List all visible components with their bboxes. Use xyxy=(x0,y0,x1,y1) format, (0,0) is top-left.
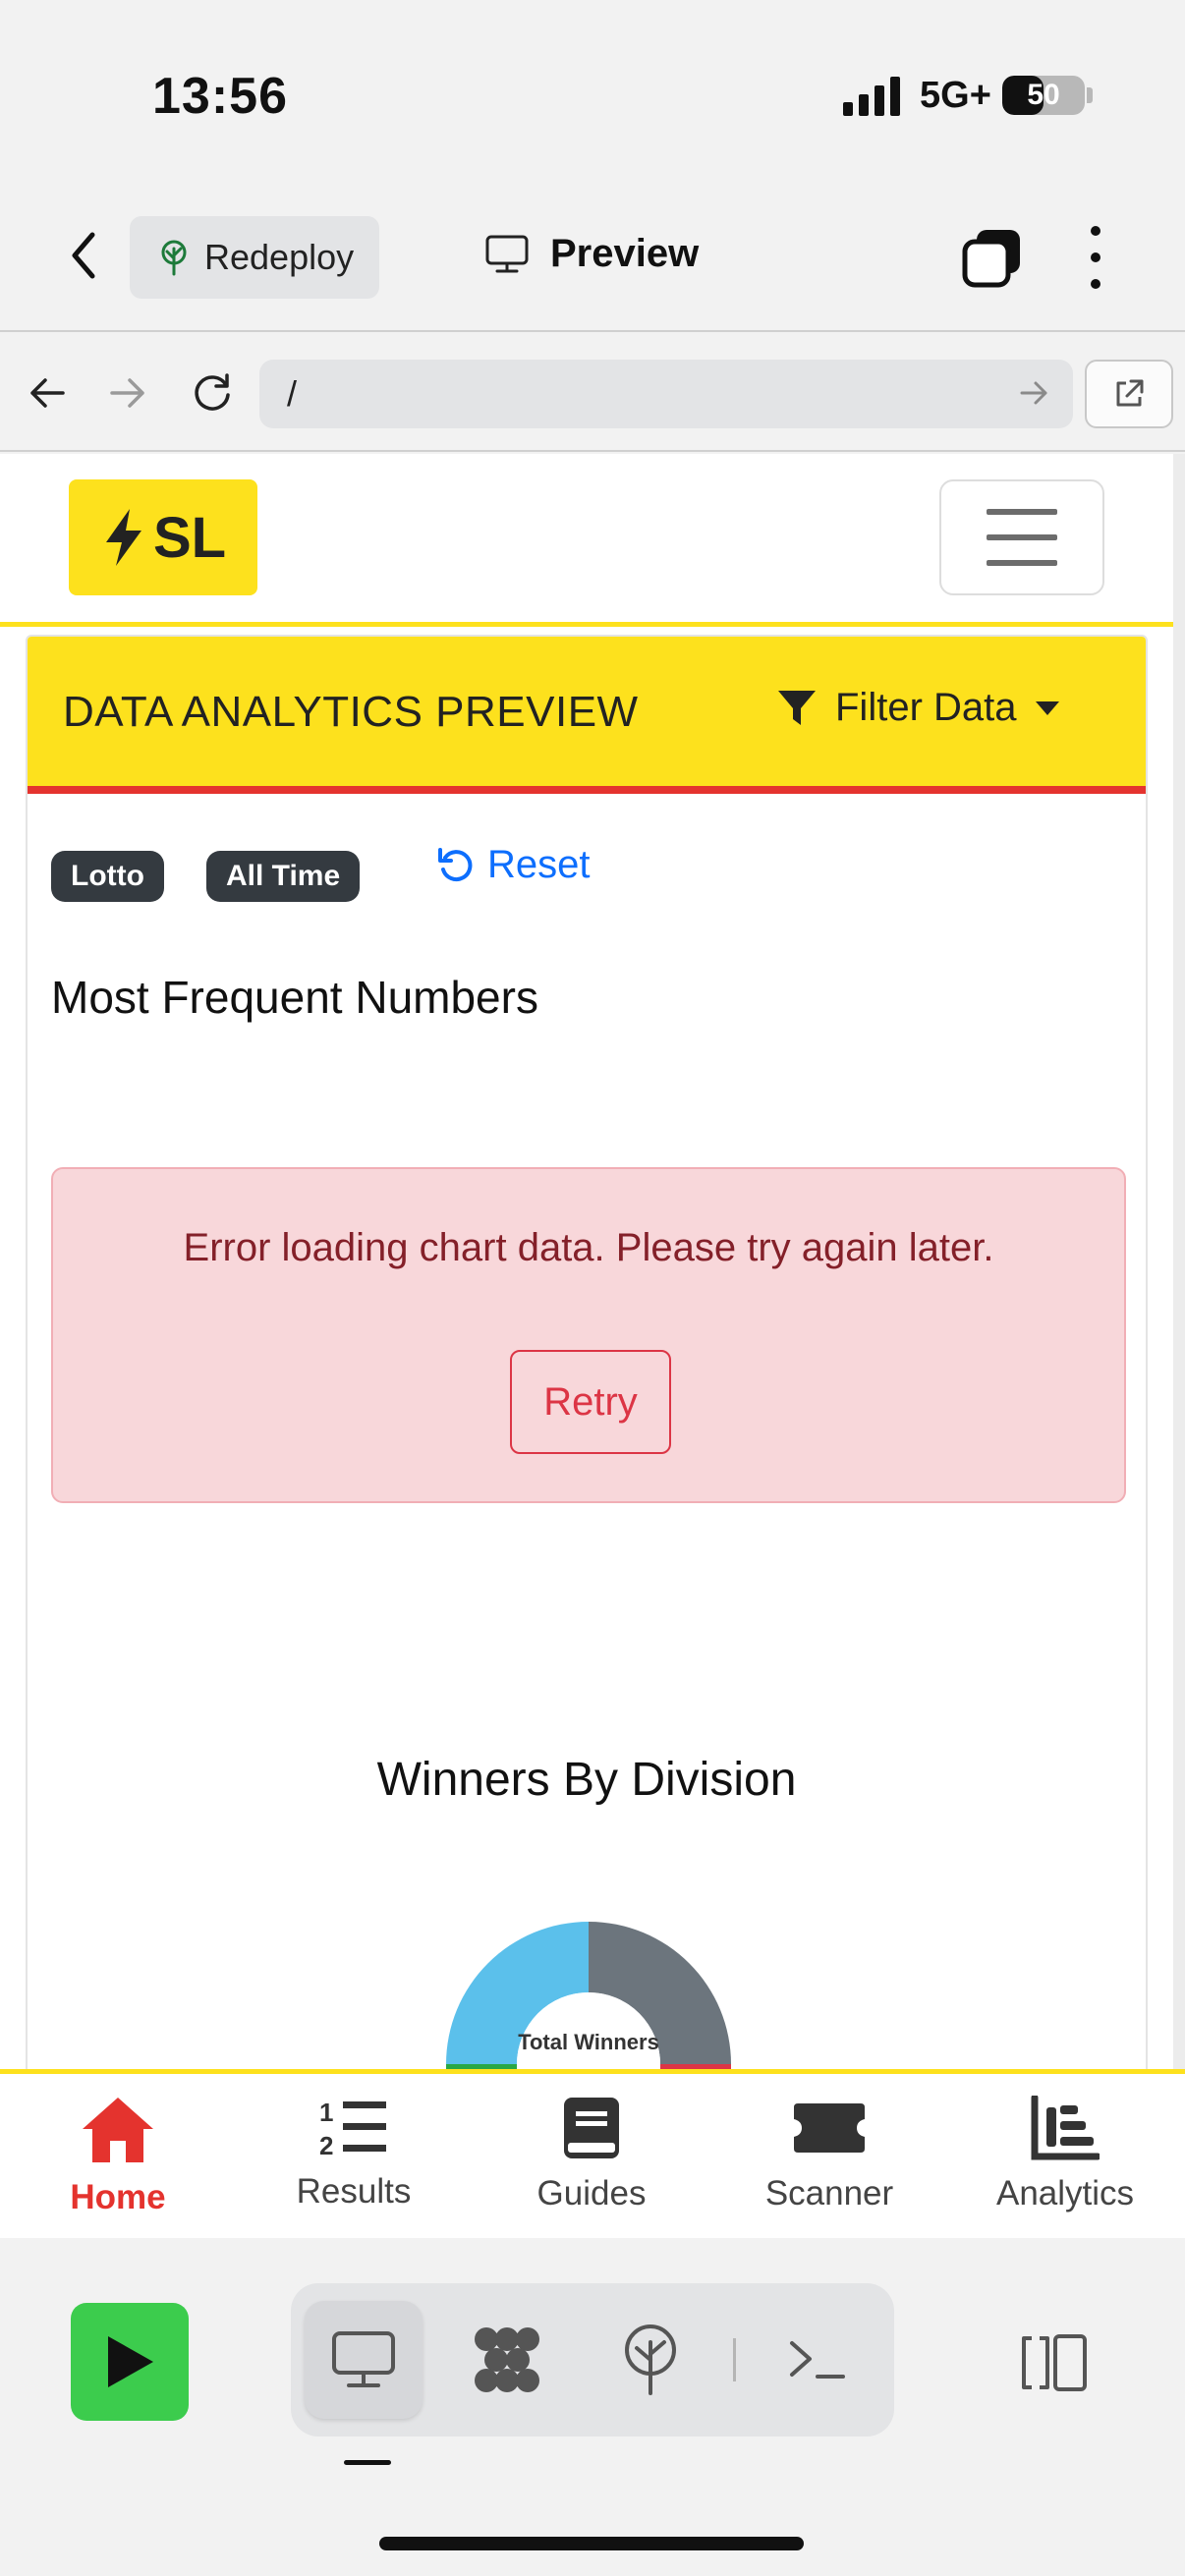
battery-icon: 50 xyxy=(1002,76,1085,115)
app-header: Redeploy Preview xyxy=(0,187,1185,332)
ticket-icon xyxy=(794,2103,865,2153)
error-alert: Error loading chart data. Please try aga… xyxy=(51,1167,1126,1503)
game-badge: Lotto xyxy=(51,851,164,902)
tab-analytics-label: Analytics xyxy=(995,2174,1135,2212)
browser-bar: / xyxy=(0,334,1185,452)
battery-cap xyxy=(1087,87,1093,103)
reload-button[interactable] xyxy=(183,364,242,422)
tab-analytics[interactable]: Analytics xyxy=(947,2096,1183,2233)
logo-text: SL xyxy=(152,505,227,570)
go-arrow-icon[interactable] xyxy=(1014,373,1053,413)
deploy-tool-button[interactable] xyxy=(592,2301,709,2419)
url-text: / xyxy=(287,373,298,414)
battery-level: 50 xyxy=(1027,79,1060,111)
donut-center-label: Total Winners xyxy=(518,2030,659,2054)
tab-results-label: Results xyxy=(296,2172,412,2211)
preview-tool-button[interactable] xyxy=(305,2301,423,2419)
site-navbar: SL xyxy=(0,454,1173,627)
filter-icon xyxy=(778,690,816,725)
redeploy-button[interactable]: Redeploy xyxy=(130,216,379,299)
tab-home-label: Home xyxy=(70,2178,166,2216)
web-content: SL DATA ANALYTICS PREVIEW Filter Data Lo… xyxy=(0,454,1185,2071)
status-time: 13:56 xyxy=(152,68,288,125)
tab-scanner[interactable]: Scanner xyxy=(711,2096,947,2233)
reset-label: Reset xyxy=(487,843,591,886)
signal-icon xyxy=(843,77,900,116)
card-header: DATA ANALYTICS PREVIEW Filter Data xyxy=(28,637,1146,794)
home-indicator[interactable] xyxy=(379,2537,804,2550)
workspace-icon xyxy=(475,2327,539,2392)
deploy-icon xyxy=(625,2324,676,2395)
chart-title: Winners By Division xyxy=(376,1754,797,1806)
reload-icon xyxy=(195,373,230,411)
browser-forward-button[interactable] xyxy=(98,364,157,422)
svg-text:2: 2 xyxy=(319,2131,333,2158)
run-icon xyxy=(108,2336,153,2387)
panel-icon[interactable] xyxy=(1020,2332,1089,2393)
tab-guides-label: Guides xyxy=(536,2174,647,2212)
list-numbered-icon: 12 xyxy=(319,2098,386,2158)
url-field[interactable]: / xyxy=(259,360,1073,428)
analytics-card: DATA ANALYTICS PREVIEW Filter Data Lotto… xyxy=(26,635,1148,2071)
tool-group xyxy=(291,2283,894,2436)
tool-separator xyxy=(733,2338,736,2381)
tabs-icon[interactable] xyxy=(961,226,1024,289)
deploy-tree-icon xyxy=(161,240,187,276)
monitor-icon xyxy=(485,235,529,272)
card-title: DATA ANALYTICS PREVIEW xyxy=(63,688,639,736)
menu-toggle-button[interactable] xyxy=(939,479,1104,595)
network-label: 5G+ xyxy=(920,75,991,116)
open-external-button[interactable] xyxy=(1085,360,1173,428)
tab-scanner-label: Scanner xyxy=(764,2174,894,2212)
filter-data-dropdown[interactable]: Filter Data xyxy=(776,686,1060,730)
shell-icon xyxy=(790,2341,845,2379)
more-options-icon[interactable] xyxy=(1081,226,1110,289)
tab-results[interactable]: 12 Results xyxy=(236,2096,472,2233)
status-bar: 13:56 5G+ 50 xyxy=(0,0,1185,187)
undo-icon xyxy=(438,847,473,881)
preview-label: Preview xyxy=(550,232,700,275)
tab-home[interactable]: Home xyxy=(0,2096,236,2233)
bottom-tab-bar: Home 12 Results Guides Scanner Analytics xyxy=(0,2069,1185,2238)
svg-text:1: 1 xyxy=(319,2098,333,2127)
reset-button[interactable]: Reset xyxy=(436,843,591,887)
retry-button[interactable]: Retry xyxy=(510,1350,671,1454)
active-tool-indicator xyxy=(344,2460,391,2465)
period-badge: All Time xyxy=(206,851,361,902)
preview-icon xyxy=(332,2331,395,2387)
run-button[interactable] xyxy=(71,2303,189,2421)
bar-chart-icon xyxy=(1031,2096,1100,2160)
back-button[interactable] xyxy=(59,226,108,285)
external-link-icon xyxy=(1116,379,1144,407)
arrow-right-icon xyxy=(110,378,144,408)
redeploy-label: Redeploy xyxy=(204,237,355,277)
home-icon xyxy=(83,2098,153,2162)
browser-back-button[interactable] xyxy=(18,364,77,422)
page-scrollbar[interactable] xyxy=(1173,454,1185,2071)
winners-donut-chart: Total Winners xyxy=(446,1922,731,2071)
workspace-tool-button[interactable] xyxy=(448,2301,566,2419)
chevron-left-icon xyxy=(72,232,95,279)
section-title: Most Frequent Numbers xyxy=(51,972,538,1023)
tab-guides[interactable]: Guides xyxy=(474,2096,709,2233)
book-icon xyxy=(564,2098,619,2158)
site-logo[interactable]: SL xyxy=(69,479,257,595)
caret-down-icon xyxy=(1035,700,1059,715)
error-message: Error loading chart data. Please try aga… xyxy=(183,1226,994,1269)
shell-tool-button[interactable] xyxy=(759,2301,876,2419)
arrow-left-icon xyxy=(30,378,65,408)
preview-title: Preview xyxy=(485,232,699,276)
filter-label: Filter Data xyxy=(835,686,1017,729)
lightning-icon xyxy=(105,509,141,566)
ide-toolbar xyxy=(0,2238,1185,2576)
